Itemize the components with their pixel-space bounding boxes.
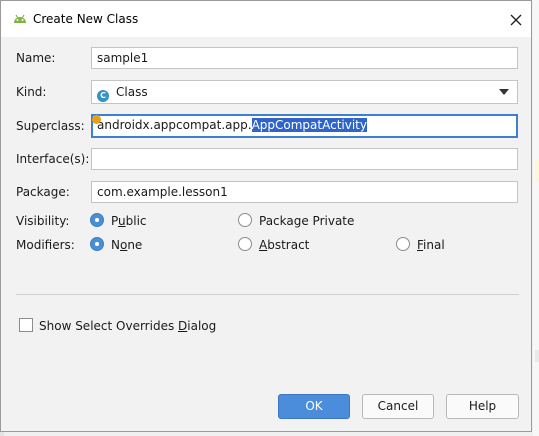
chevron-down-icon[interactable] — [499, 89, 509, 95]
interfaces-label: Interface(s): — [16, 152, 90, 166]
show-overrides-checkbox[interactable] — [19, 318, 33, 332]
caret-marker-icon — [92, 115, 101, 124]
superclass-input[interactable]: androidx.appcompat.app.AppCompatActivity — [91, 114, 518, 138]
interfaces-input[interactable] — [91, 148, 518, 170]
package-input[interactable]: com.example.lesson1 — [91, 181, 518, 203]
kind-combobox[interactable]: C Class — [91, 80, 518, 104]
superclass-selected-text: AppCompatActivity — [251, 118, 367, 132]
close-icon[interactable] — [501, 5, 529, 33]
kind-value: Class — [116, 85, 148, 99]
modifiers-none-radio[interactable] — [90, 237, 104, 251]
kind-label: Kind: — [16, 85, 47, 99]
visibility-public-label[interactable]: Public — [111, 214, 147, 228]
visibility-package-private-radio[interactable] — [238, 213, 252, 227]
show-overrides-label-prefix: Show Select Overrides — [39, 319, 179, 333]
superclass-value-prefix: androidx.appcompat.app. — [97, 118, 252, 132]
name-label: Name: — [16, 51, 56, 65]
visibility-label: Visibility: — [16, 214, 70, 228]
modifiers-abstract-radio[interactable] — [238, 237, 252, 251]
class-icon: C — [97, 90, 109, 102]
show-overrides-label-suffix: ialog — [187, 319, 217, 333]
dialog-titlebar: Create New Class — [1, 1, 531, 37]
name-input[interactable]: sample1 — [91, 47, 518, 69]
modifiers-final-radio[interactable] — [396, 237, 410, 251]
show-overrides-label-mnemonic: D — [178, 319, 188, 333]
ok-button[interactable]: OK — [278, 394, 350, 419]
background-editor-gutter — [533, 0, 539, 436]
section-divider — [16, 294, 519, 295]
android-icon — [14, 14, 26, 23]
superclass-label: Superclass: — [16, 119, 85, 133]
modifiers-none-label[interactable]: None — [111, 238, 142, 252]
background-warning-marker — [535, 160, 539, 182]
class-icon-letter: C — [100, 91, 106, 100]
create-new-class-dialog: Create New Class Name: sample1 Kind: C Cl… — [0, 0, 532, 432]
show-overrides-label[interactable]: Show Select Overrides Dialog — [39, 319, 216, 333]
visibility-package-private-label[interactable]: Package Private — [259, 214, 354, 228]
modifiers-final-label[interactable]: Final — [417, 238, 445, 252]
dialog-title: Create New Class — [33, 12, 139, 26]
modifiers-abstract-label[interactable]: Abstract — [259, 238, 309, 252]
help-button[interactable]: Help — [446, 394, 519, 419]
cancel-button[interactable]: Cancel — [362, 394, 434, 419]
background-scroll-marker — [535, 350, 539, 362]
modifiers-label: Modifiers: — [16, 238, 75, 252]
package-label: Package: — [16, 185, 70, 199]
visibility-public-radio[interactable] — [90, 213, 104, 227]
